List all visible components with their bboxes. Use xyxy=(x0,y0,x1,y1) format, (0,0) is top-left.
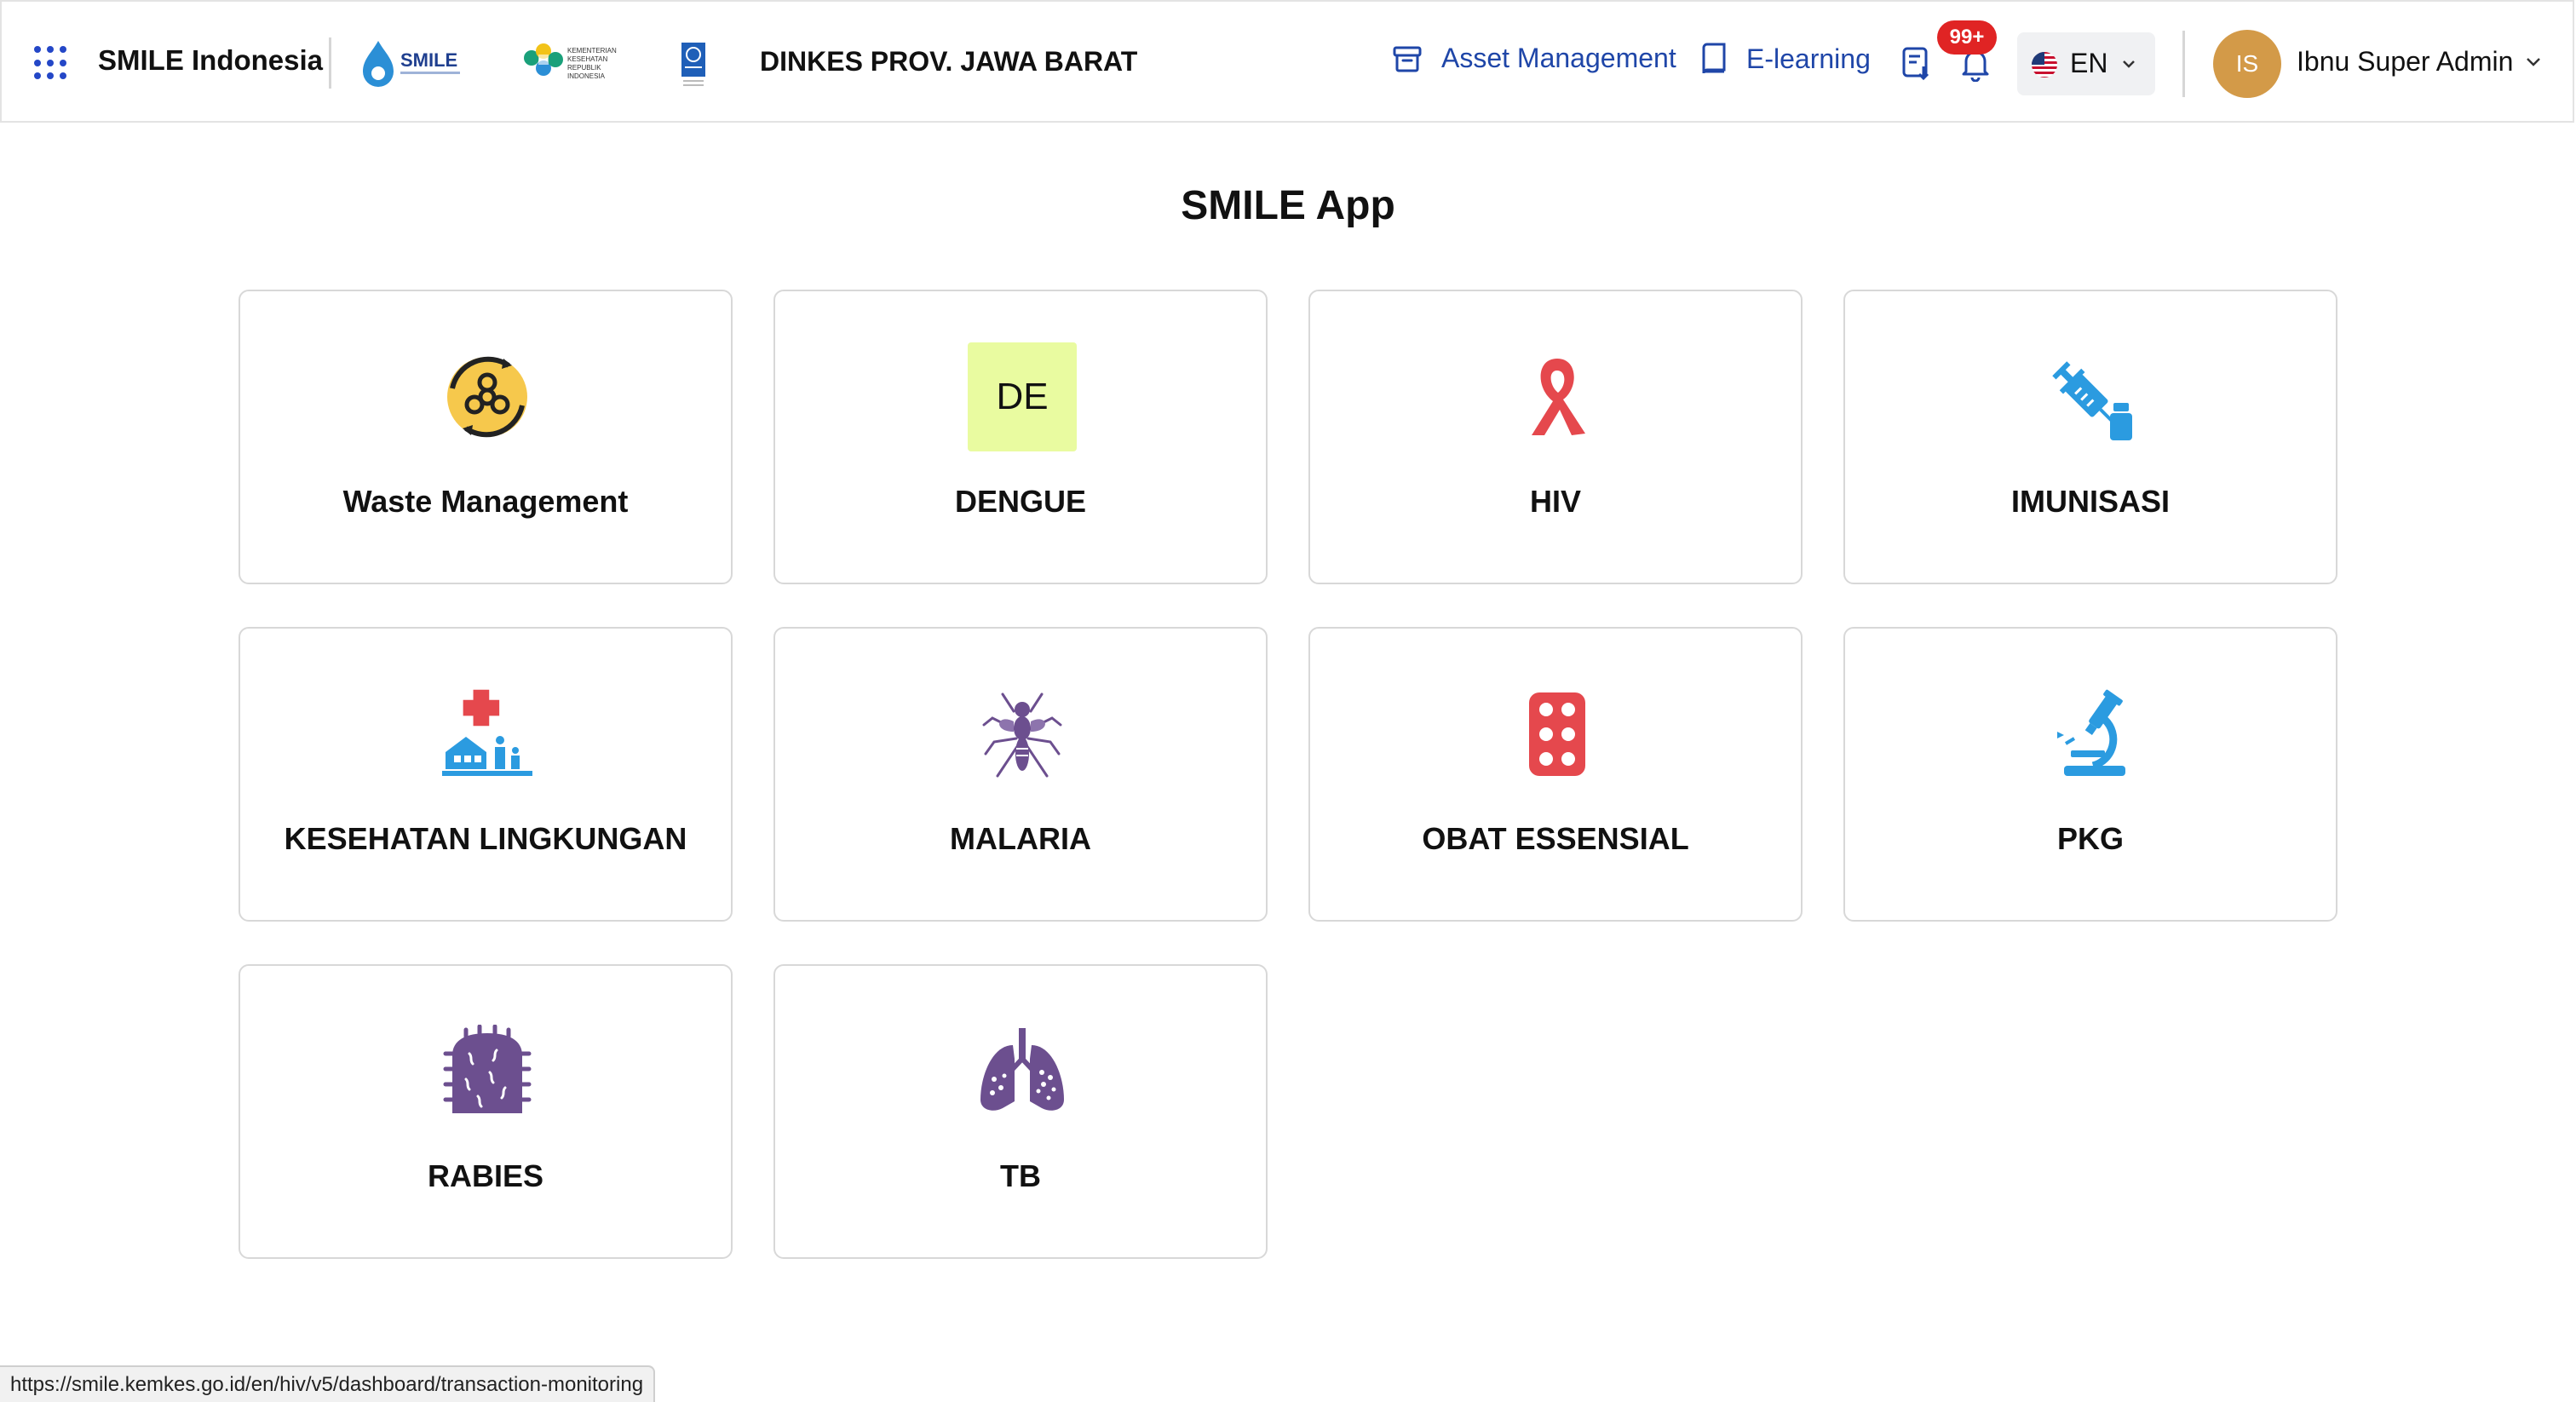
asset-management-link[interactable]: Asset Management xyxy=(1392,43,1676,74)
svg-text:KESEHATAN: KESEHATAN xyxy=(567,55,607,63)
app-card-pkg[interactable]: PKG xyxy=(1843,627,2337,922)
link-preview-url: https://smile.kemkes.go.id/en/hiv/v5/das… xyxy=(0,1365,656,1402)
app-card-label: KESEHATAN LINGKUNGAN xyxy=(284,821,687,856)
top-header: SMILE Indonesia SMILE KEMENTERIAN KESEHA… xyxy=(0,0,2574,123)
user-avatar[interactable]: IS xyxy=(2213,30,2281,98)
svg-text:REPUBLIK: REPUBLIK xyxy=(567,64,601,72)
app-card-label: HIV xyxy=(1529,484,1581,519)
header-divider xyxy=(329,37,331,89)
smile-logo-text: SMILE xyxy=(400,49,457,71)
app-card-malaria[interactable]: MALARIA xyxy=(773,627,1268,922)
microscope-icon xyxy=(2057,689,2125,776)
app-card-label: OBAT ESSENSIAL xyxy=(1422,821,1689,856)
svg-text:KEMENTERIAN: KEMENTERIAN xyxy=(567,47,617,55)
user-menu-chevron-icon[interactable] xyxy=(2525,56,2542,68)
awareness-ribbon-icon xyxy=(1532,359,1585,435)
book-icon xyxy=(1702,43,1726,74)
app-card-imunisasi[interactable]: IMUNISASI xyxy=(1843,290,2337,584)
archive-box-icon xyxy=(1393,46,1422,72)
notification-count-badge: 99+ xyxy=(1937,20,1997,55)
page-title: SMILE App xyxy=(1181,183,1395,228)
app-card-kesehatan-lingkungan[interactable]: KESEHATAN LINGKUNGAN xyxy=(239,627,733,922)
pill-blister-icon xyxy=(1529,692,1585,776)
app-grid-icon[interactable] xyxy=(34,46,68,80)
svg-text:INDONESIA: INDONESIA xyxy=(567,72,606,80)
organization-name: DINKES PROV. JAWA BARAT xyxy=(760,46,1138,77)
biohazard-recycle-icon xyxy=(447,356,527,438)
chevron-down-icon xyxy=(2123,60,2135,68)
asset-management-label: Asset Management xyxy=(1441,43,1676,73)
smile-logo: SMILE xyxy=(363,41,460,87)
lungs-icon xyxy=(980,1028,1064,1111)
app-card-label: Waste Management xyxy=(342,484,629,519)
kemenkes-logo: KEMENTERIAN KESEHATAN REPUBLIK INDONESIA xyxy=(524,43,617,80)
app-card-tb[interactable]: TB xyxy=(773,964,1268,1259)
app-card-obat-essensial[interactable]: OBAT ESSENSIAL xyxy=(1308,627,1803,922)
elearning-link[interactable]: E-learning xyxy=(1700,43,1871,75)
app-card-rabies[interactable]: RABIES xyxy=(239,964,733,1259)
app-card-dengue[interactable]: DE DENGUE xyxy=(773,290,1268,584)
app-card-waste-management[interactable]: Waste Management xyxy=(239,290,733,584)
elearning-label: E-learning xyxy=(1746,43,1871,74)
syringe-vial-icon xyxy=(2052,361,2132,440)
app-card-hiv[interactable]: HIV xyxy=(1308,290,1803,584)
us-flag-icon xyxy=(2032,52,2057,78)
language-code: EN xyxy=(2070,48,2108,78)
language-selector[interactable]: EN xyxy=(2017,32,2155,95)
app-card-label: MALARIA xyxy=(950,821,1091,856)
app-card-label: DENGUE xyxy=(954,484,1087,519)
app-card-label: RABIES xyxy=(427,1158,544,1193)
header-divider-right xyxy=(2182,31,2185,97)
undp-logo xyxy=(681,43,705,86)
mosquito-icon xyxy=(982,692,1062,778)
app-card-label: TB xyxy=(1000,1158,1041,1193)
virus-icon xyxy=(443,1025,532,1113)
brand-name: SMILE Indonesia xyxy=(98,44,324,76)
app-card-label: IMUNISASI xyxy=(2010,484,2170,519)
user-name[interactable]: Ibnu Super Admin xyxy=(2297,46,2513,78)
de-icon: DE xyxy=(968,342,1077,451)
document-download-icon[interactable] xyxy=(1901,46,1932,82)
house-family-cross-icon xyxy=(442,689,532,776)
app-card-label: PKG xyxy=(2056,821,2124,856)
